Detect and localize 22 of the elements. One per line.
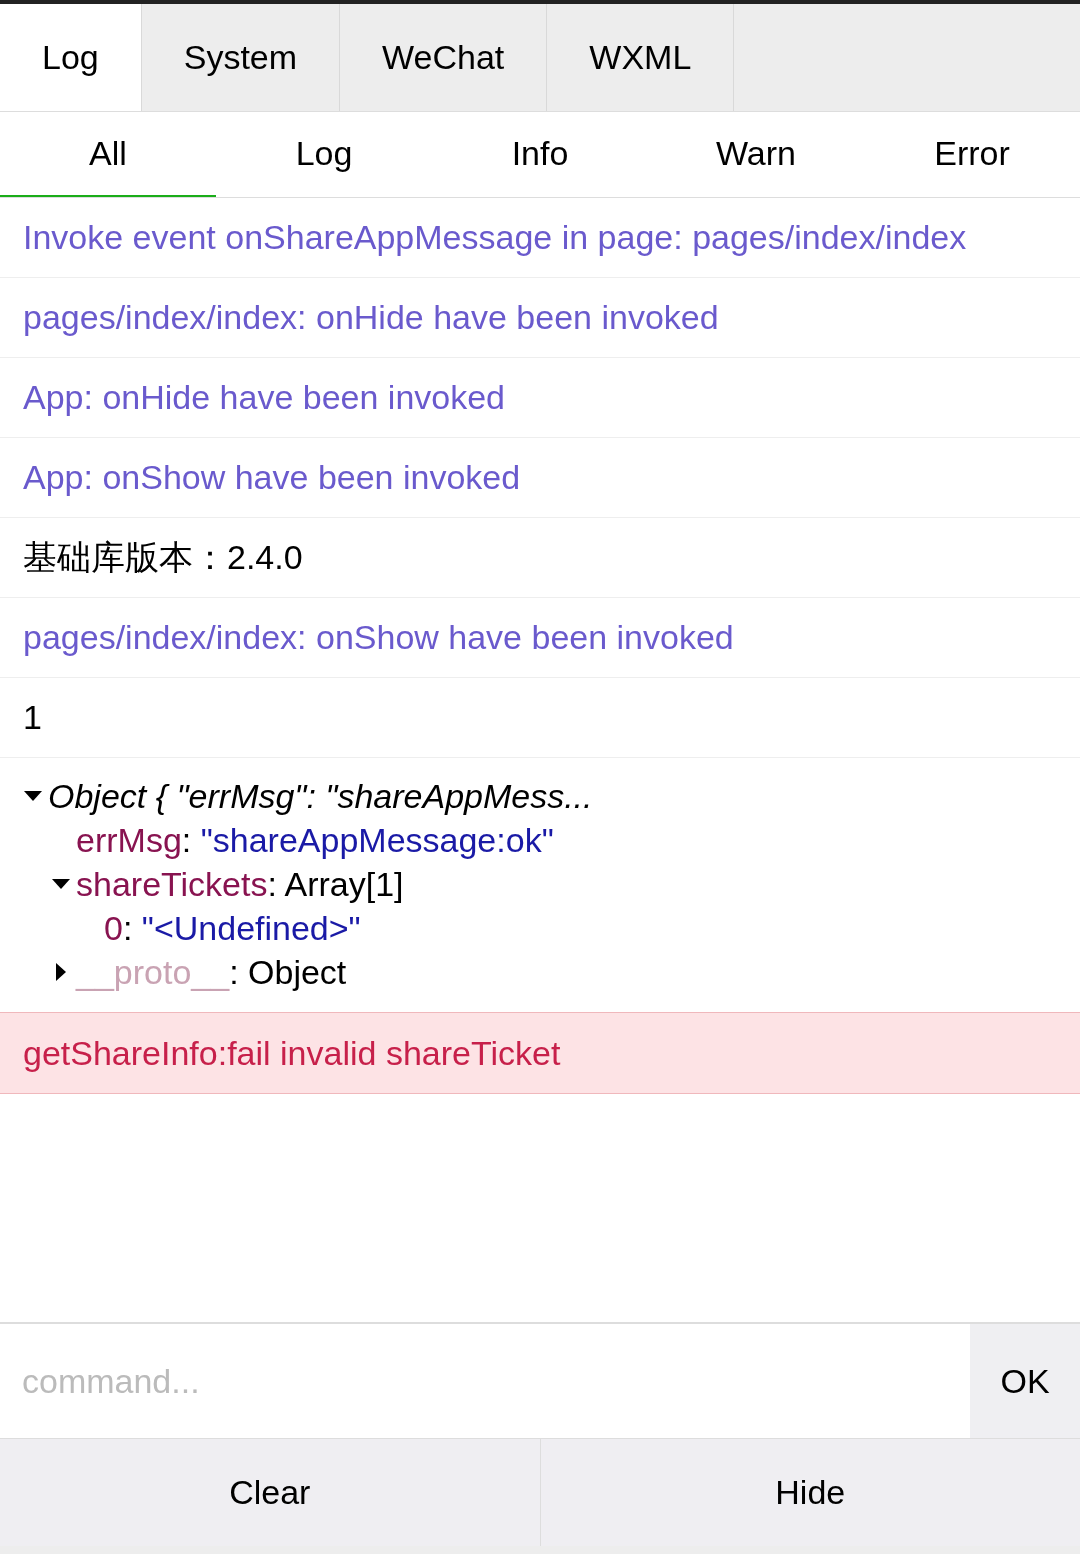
tree-node-text: errMsg: "shareAppMessage:ok" xyxy=(76,819,554,861)
filter-tab[interactable]: Log xyxy=(216,112,432,197)
filter-tab[interactable]: Info xyxy=(432,112,648,197)
command-input[interactable]: command... xyxy=(0,1324,970,1438)
tree-node-text: 0: "<Undefined>" xyxy=(104,907,361,949)
log-message: 1 xyxy=(23,697,42,738)
log-message: App: onShow have been invoked xyxy=(23,457,521,498)
log-message: 基础库版本：2.4.0 xyxy=(23,537,303,578)
ok-button[interactable]: OK xyxy=(970,1324,1080,1438)
log-message: pages/index/index: onShow have been invoked xyxy=(23,617,734,658)
action-button[interactable]: Clear xyxy=(0,1439,540,1546)
log-message: App: onHide have been invoked xyxy=(23,377,506,418)
tree-node-text: __proto__: Object xyxy=(76,951,347,993)
object-summary: Object { "errMsg": "shareAppMess... xyxy=(48,775,593,817)
error-message: getShareInfo:fail invalid shareTicket xyxy=(23,1032,561,1074)
filter-tab[interactable]: Warn xyxy=(648,112,864,197)
tree-node-text: shareTickets: Array[1] xyxy=(76,863,404,905)
action-button[interactable]: Hide xyxy=(539,1439,1080,1546)
filter-tab[interactable]: Error xyxy=(864,112,1080,197)
log-message: Invoke event onShareAppMessage in page: pages/index/index xyxy=(23,217,967,258)
tab[interactable]: Log xyxy=(0,4,142,111)
log-message: pages/index/index: onHide have been invoked xyxy=(23,297,719,338)
